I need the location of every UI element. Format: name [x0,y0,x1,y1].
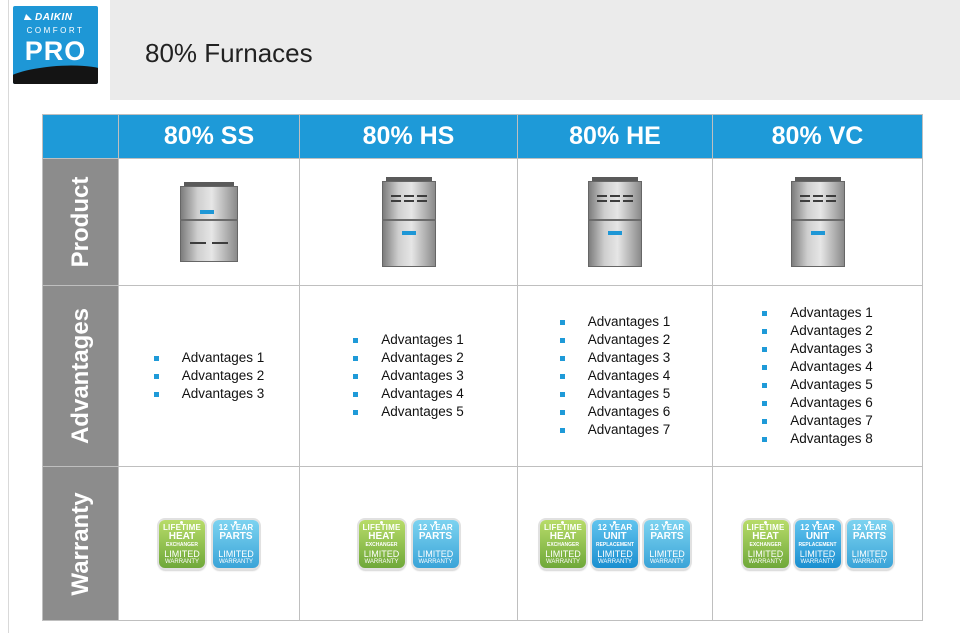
page-title: 80% Furnaces [145,38,313,68]
logo-main: PRO [24,36,87,66]
column-header-he: 80% HE [517,114,713,159]
list-item: Advantages 7 [762,412,873,430]
list-item: Advantages 8 [762,430,873,448]
advantages-list-hs: Advantages 1 Advantages 2 Advantages 3 A… [353,331,464,421]
list-item: Advantages 1 [153,349,264,367]
list-item: Advantages 3 [559,349,670,367]
list-item: Advantages 3 [762,340,873,358]
parts-warranty-badge: 12 YEAR PARTS LIMITED WARRANTY [412,519,459,568]
warranty-vc: LIFETIME HEAT EXCHANGER LIMITED WARRANTY 12 … [712,466,923,621]
row-label-warranty: Warranty [66,491,94,596]
list-item: Advantages 5 [762,376,873,394]
warranty-he: LIFETIME HEAT EXCHANGER LIMITED WARRANTY 12 … [517,466,713,621]
unit-replacement-warranty-badge: 12 YEAR UNIT REPLACEMENT LIMITED WARRANTY [592,519,638,568]
warranty-ss: LIFETIME HEAT EXCHANGER LIMITED WARRANTY 12 … [118,466,300,621]
list-item: Advantages 5 [559,385,670,403]
header-row: 80% SS 80% HS 80% HE 80% VC [42,114,923,159]
product-hs [299,158,518,286]
advantages-hs: Advantages 1 Advantages 2 Advantages 3 A… [299,285,518,467]
list-item: Advantages 1 [353,331,464,349]
column-header-vc: 80% VC [712,114,923,159]
product-ss [118,158,300,286]
logo-brand: DAIKIN [25,12,72,23]
list-item: Advantages 4 [353,385,464,403]
list-item: Advantages 4 [762,358,873,376]
unit-replacement-warranty-badge: 12 YEAR UNIT REPLACEMENT LIMITED WARRANTY [794,519,841,568]
row-label-warranty-cell: Warranty [42,466,119,621]
advantages-list-vc: Advantages 1 Advantages 2 Advantages 3 A… [762,304,873,448]
daikin-comfort-pro-logo: DAIKIN COMFORT PRO [13,6,98,84]
list-item: Advantages 6 [559,403,670,421]
heat-exchanger-warranty-badge: LIFETIME HEAT EXCHANGER LIMITED WARRANTY [358,519,405,568]
product-vc [712,158,923,286]
list-item: Advantages 1 [762,304,873,322]
logo-sub: COMFORT [26,26,85,35]
list-item: Advantages 2 [153,367,264,385]
list-item: Advantages 2 [762,322,873,340]
column-header-ss: 80% SS [118,114,300,159]
heat-exchanger-warranty-badge: LIFETIME HEAT EXCHANGER LIMITED WARRANTY [540,519,586,568]
furnace-image-he [588,177,642,267]
product-row: Product [42,158,923,286]
product-he [517,158,713,286]
list-item: Advantages 6 [762,394,873,412]
list-item: Advantages 4 [559,367,670,385]
advantages-row: Advantages Advantages 1 Advantages 2 Adv… [42,285,923,467]
advantages-list-he: Advantages 1 Advantages 2 Advantages 3 A… [559,313,670,439]
list-item: Advantages 2 [559,331,670,349]
warranty-row: Warranty LIFETIME HEAT EXCHANGER LIMITED WAR… [42,466,923,621]
page-edge [8,0,9,633]
heat-exchanger-warranty-badge: LIFETIME HEAT EXCHANGER LIMITED WARRANTY [742,519,789,568]
list-item: Advantages 3 [353,367,464,385]
row-label-product: Product [66,176,94,268]
parts-warranty-badge: 12 YEAR PARTS LIMITED WARRANTY [644,519,690,568]
furnace-image-hs [381,177,436,267]
column-header-hs: 80% HS [299,114,518,159]
heat-exchanger-warranty-badge: LIFETIME HEAT EXCHANGER LIMITED WARRANTY [159,519,205,568]
parts-warranty-badge: 12 YEAR PARTS LIMITED WARRANTY [846,519,893,568]
list-item: Advantages 7 [559,421,670,439]
furnace-image-vc [790,177,845,267]
corner-cell [42,114,119,159]
furnace-image-ss [180,182,238,262]
advantages-list-ss: Advantages 1 Advantages 2 Advantages 3 [153,349,264,403]
list-item: Advantages 3 [153,385,264,403]
parts-warranty-badge: 12 YEAR PARTS LIMITED WARRANTY [213,519,259,568]
row-label-product-cell: Product [42,158,119,286]
comparison-table: 80% SS 80% HS 80% HE 80% VC Product Adva… [42,114,923,621]
list-item: Advantages 5 [353,403,464,421]
row-label-advantages-cell: Advantages [42,285,119,467]
advantages-ss: Advantages 1 Advantages 2 Advantages 3 [118,285,300,467]
row-label-advantages: Advantages [66,307,94,445]
advantages-vc: Advantages 1 Advantages 2 Advantages 3 A… [712,285,923,467]
list-item: Advantages 2 [353,349,464,367]
advantages-he: Advantages 1 Advantages 2 Advantages 3 A… [517,285,713,467]
warranty-hs: LIFETIME HEAT EXCHANGER LIMITED WARRANTY 12 … [299,466,518,621]
list-item: Advantages 1 [559,313,670,331]
